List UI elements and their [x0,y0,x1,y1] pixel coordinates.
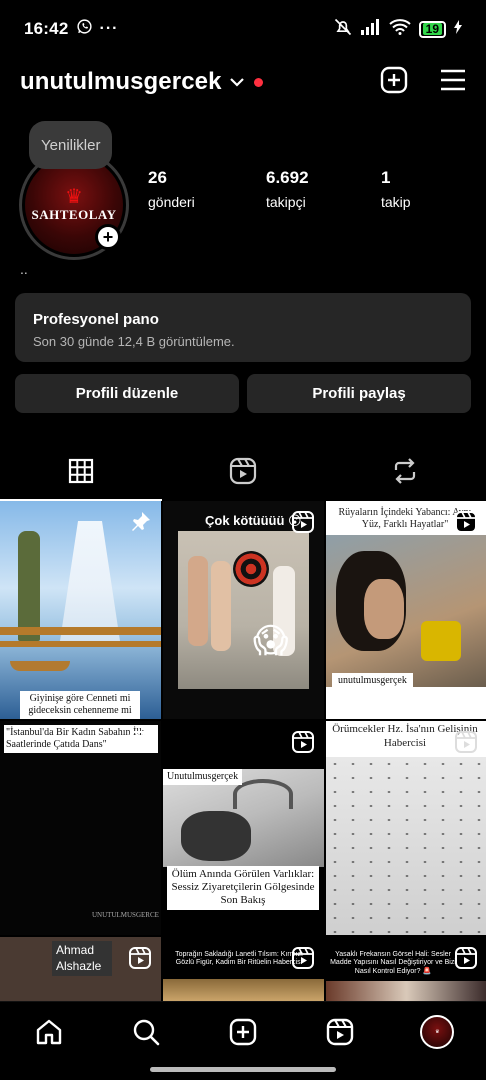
reel-icon [292,511,314,533]
status-bar: 16:42 ··· 19 [0,0,486,58]
chevron-down-icon[interactable] [229,77,244,87]
post-caption: Toprağın Sakladığı Lanetli Tılsım: Kırmı… [175,951,303,967]
tab-reposts[interactable] [324,440,486,501]
charging-icon [454,19,462,39]
profile-stats: 26 gönderi 6.692 takipçi 1 takip [148,168,411,210]
nav-profile[interactable]: ♛ [417,1012,457,1052]
add-story-button[interactable]: + [95,224,121,250]
share-profile-button[interactable]: Profili paylaş [247,374,471,413]
professional-dashboard[interactable]: Profesyonel pano Son 30 günde 12,4 B gör… [15,293,471,362]
reel-icon [455,947,477,969]
reel-icon [129,731,151,753]
bio: .. [20,261,28,277]
post-tile[interactable]: Toprağın Sakladığı Lanetli Tılsım: Kırmı… [163,937,324,1001]
username[interactable]: unutulmusgercek [20,68,222,96]
crown-icon: ♛ [65,186,83,208]
notification-dot [253,77,263,87]
post-watermark: UNUTULMUSGERCE [92,911,159,919]
battery-icon: 19 [418,20,446,38]
reel-icon [129,947,151,969]
profile-header: unutulmusgercek [0,58,486,106]
post-caption: Ahmad Alshazle [52,941,112,977]
tab-reels[interactable] [162,440,324,501]
nav-reels[interactable] [320,1012,360,1052]
search-icon [133,1019,160,1045]
post-caption: Yasaklı Frekansın Görsel Hali: Sesler Ma… [330,951,456,975]
nav-home[interactable] [29,1012,69,1052]
post-tile[interactable]: 😱 Çok kötüüüü 😮 [163,501,324,719]
signal-icon [360,18,381,40]
post-tile[interactable]: Yasaklı Frekansın Görsel Hali: Sesler Ma… [326,937,486,1001]
tab-grid[interactable] [0,440,162,501]
status-time: 16:42 [24,19,69,38]
post-caption: Ölüm Anında Görülen Varlıklar: Sessiz Zi… [167,866,319,910]
mute-icon [333,17,353,42]
reels-icon [229,457,257,484]
nav-create[interactable] [223,1012,263,1052]
post-tile[interactable]: Unutulmusgerçek Ölüm Anında Görülen Varl… [163,721,324,935]
nav-search[interactable] [126,1012,166,1052]
post-tile[interactable]: Örümcekler Hz. İsa'nın Gelişinin Haberci… [326,721,486,935]
post-overlay-text: Unutulmusgerçek [163,769,243,785]
pin-icon [131,511,151,536]
posts-count[interactable]: 26 gönderi [148,168,266,210]
post-tile[interactable]: "İstanbul'da Bir Kadın Sabahın İlk Saatl… [0,721,161,935]
wifi-icon [388,18,411,40]
post-caption: Giyinişe göre Cenneti mi gideceksin cehe… [20,691,140,719]
notes-bubble[interactable]: Yenilikler [29,121,113,169]
grid-icon [68,458,94,483]
create-icon[interactable] [380,66,408,99]
reel-icon [455,511,477,533]
followers-count[interactable]: 6.692 takipçi [266,168,381,210]
post-tile[interactable]: Ahmad Alshazle [0,937,161,1001]
menu-icon[interactable] [440,69,466,96]
post-tile[interactable]: Giyinişe göre Cenneti mi gideceksin cehe… [0,501,161,719]
add-icon [229,1018,257,1045]
whatsapp-icon [76,18,93,40]
posts-grid: Giyinişe göre Cenneti mi gideceksin cehe… [0,501,486,1001]
post-caption: Çok kötüüüü 😮 [205,513,302,528]
reel-icon [292,731,314,753]
reel-icon [292,947,314,969]
bottom-navigation: ♛ [0,1001,486,1061]
edit-profile-button[interactable]: Profili düzenle [15,374,239,413]
post-tile[interactable]: Rüyaların İçindeki Yabancı: Aynı Yüz, Fa… [326,501,486,719]
reels-icon [326,1018,354,1045]
profile-avatar-icon: ♛ [420,1014,455,1049]
home-icon [36,1019,61,1044]
post-overlay-text: unutulmusgerçek [332,673,413,689]
repost-icon [394,457,416,484]
more-notifications-icon: ··· [99,20,119,37]
following-count[interactable]: 1 takip [381,168,411,210]
reel-icon [455,731,477,753]
profile-tabs [0,440,486,501]
home-indicator[interactable] [150,1067,336,1072]
